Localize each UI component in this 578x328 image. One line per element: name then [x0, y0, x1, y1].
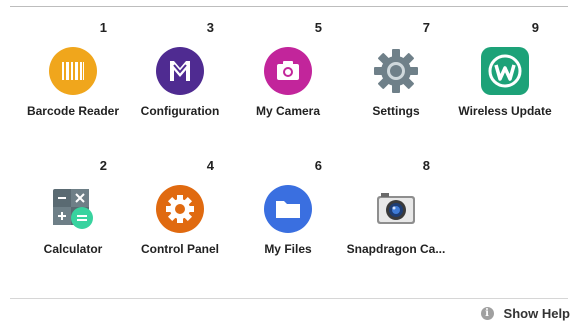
control-panel-gear-icon: [155, 184, 205, 234]
app-launcher-screen: 1 Barcode Reader 3 Configuration 5 My Ca…: [0, 0, 578, 328]
app-slot-number: 8: [422, 158, 430, 173]
app-tile-barcode-reader[interactable]: 1 Barcode Reader: [19, 6, 127, 118]
app-tile-calculator[interactable]: 2 Calculator: [19, 144, 127, 256]
settings-gear-icon: [371, 46, 421, 96]
show-help-label: Show Help: [503, 305, 570, 321]
app-tile-wireless-update[interactable]: 9 Wireless Update: [451, 6, 559, 118]
wireless-update-icon: [480, 46, 530, 96]
app-label: Wireless Update: [458, 104, 552, 118]
app-slot-number: 1: [99, 20, 107, 35]
app-tile-my-files[interactable]: 6 My Files: [234, 144, 342, 256]
app-tile-snapdragon-camera[interactable]: 8 Snapdragon Ca...: [342, 144, 450, 256]
app-slot-number: 7: [422, 20, 430, 35]
app-slot-number: 5: [314, 20, 322, 35]
app-slot-number: 2: [99, 158, 107, 173]
info-icon: i: [480, 306, 494, 320]
snapdragon-camera-icon: [371, 184, 421, 234]
app-slot-number: 9: [531, 20, 539, 35]
camera-icon: [263, 46, 313, 96]
barcode-icon: [48, 46, 98, 96]
configuration-logo-icon: [155, 46, 205, 96]
app-slot-number: 6: [314, 158, 322, 173]
app-slot-number: 3: [206, 20, 214, 35]
bottom-divider: [10, 298, 568, 299]
app-label: Snapdragon Ca...: [346, 242, 446, 256]
app-slot-number: 4: [206, 158, 214, 173]
app-tile-my-camera[interactable]: 5 My Camera: [234, 6, 342, 118]
app-tile-settings[interactable]: 7 Settings: [342, 6, 450, 118]
app-tile-configuration[interactable]: 3 Configuration: [126, 6, 234, 118]
folder-icon: [263, 184, 313, 234]
calculator-icon: [48, 184, 98, 234]
app-tile-control-panel[interactable]: 4 Control Panel: [126, 144, 234, 256]
show-help-button[interactable]: i Show Help: [480, 304, 570, 322]
